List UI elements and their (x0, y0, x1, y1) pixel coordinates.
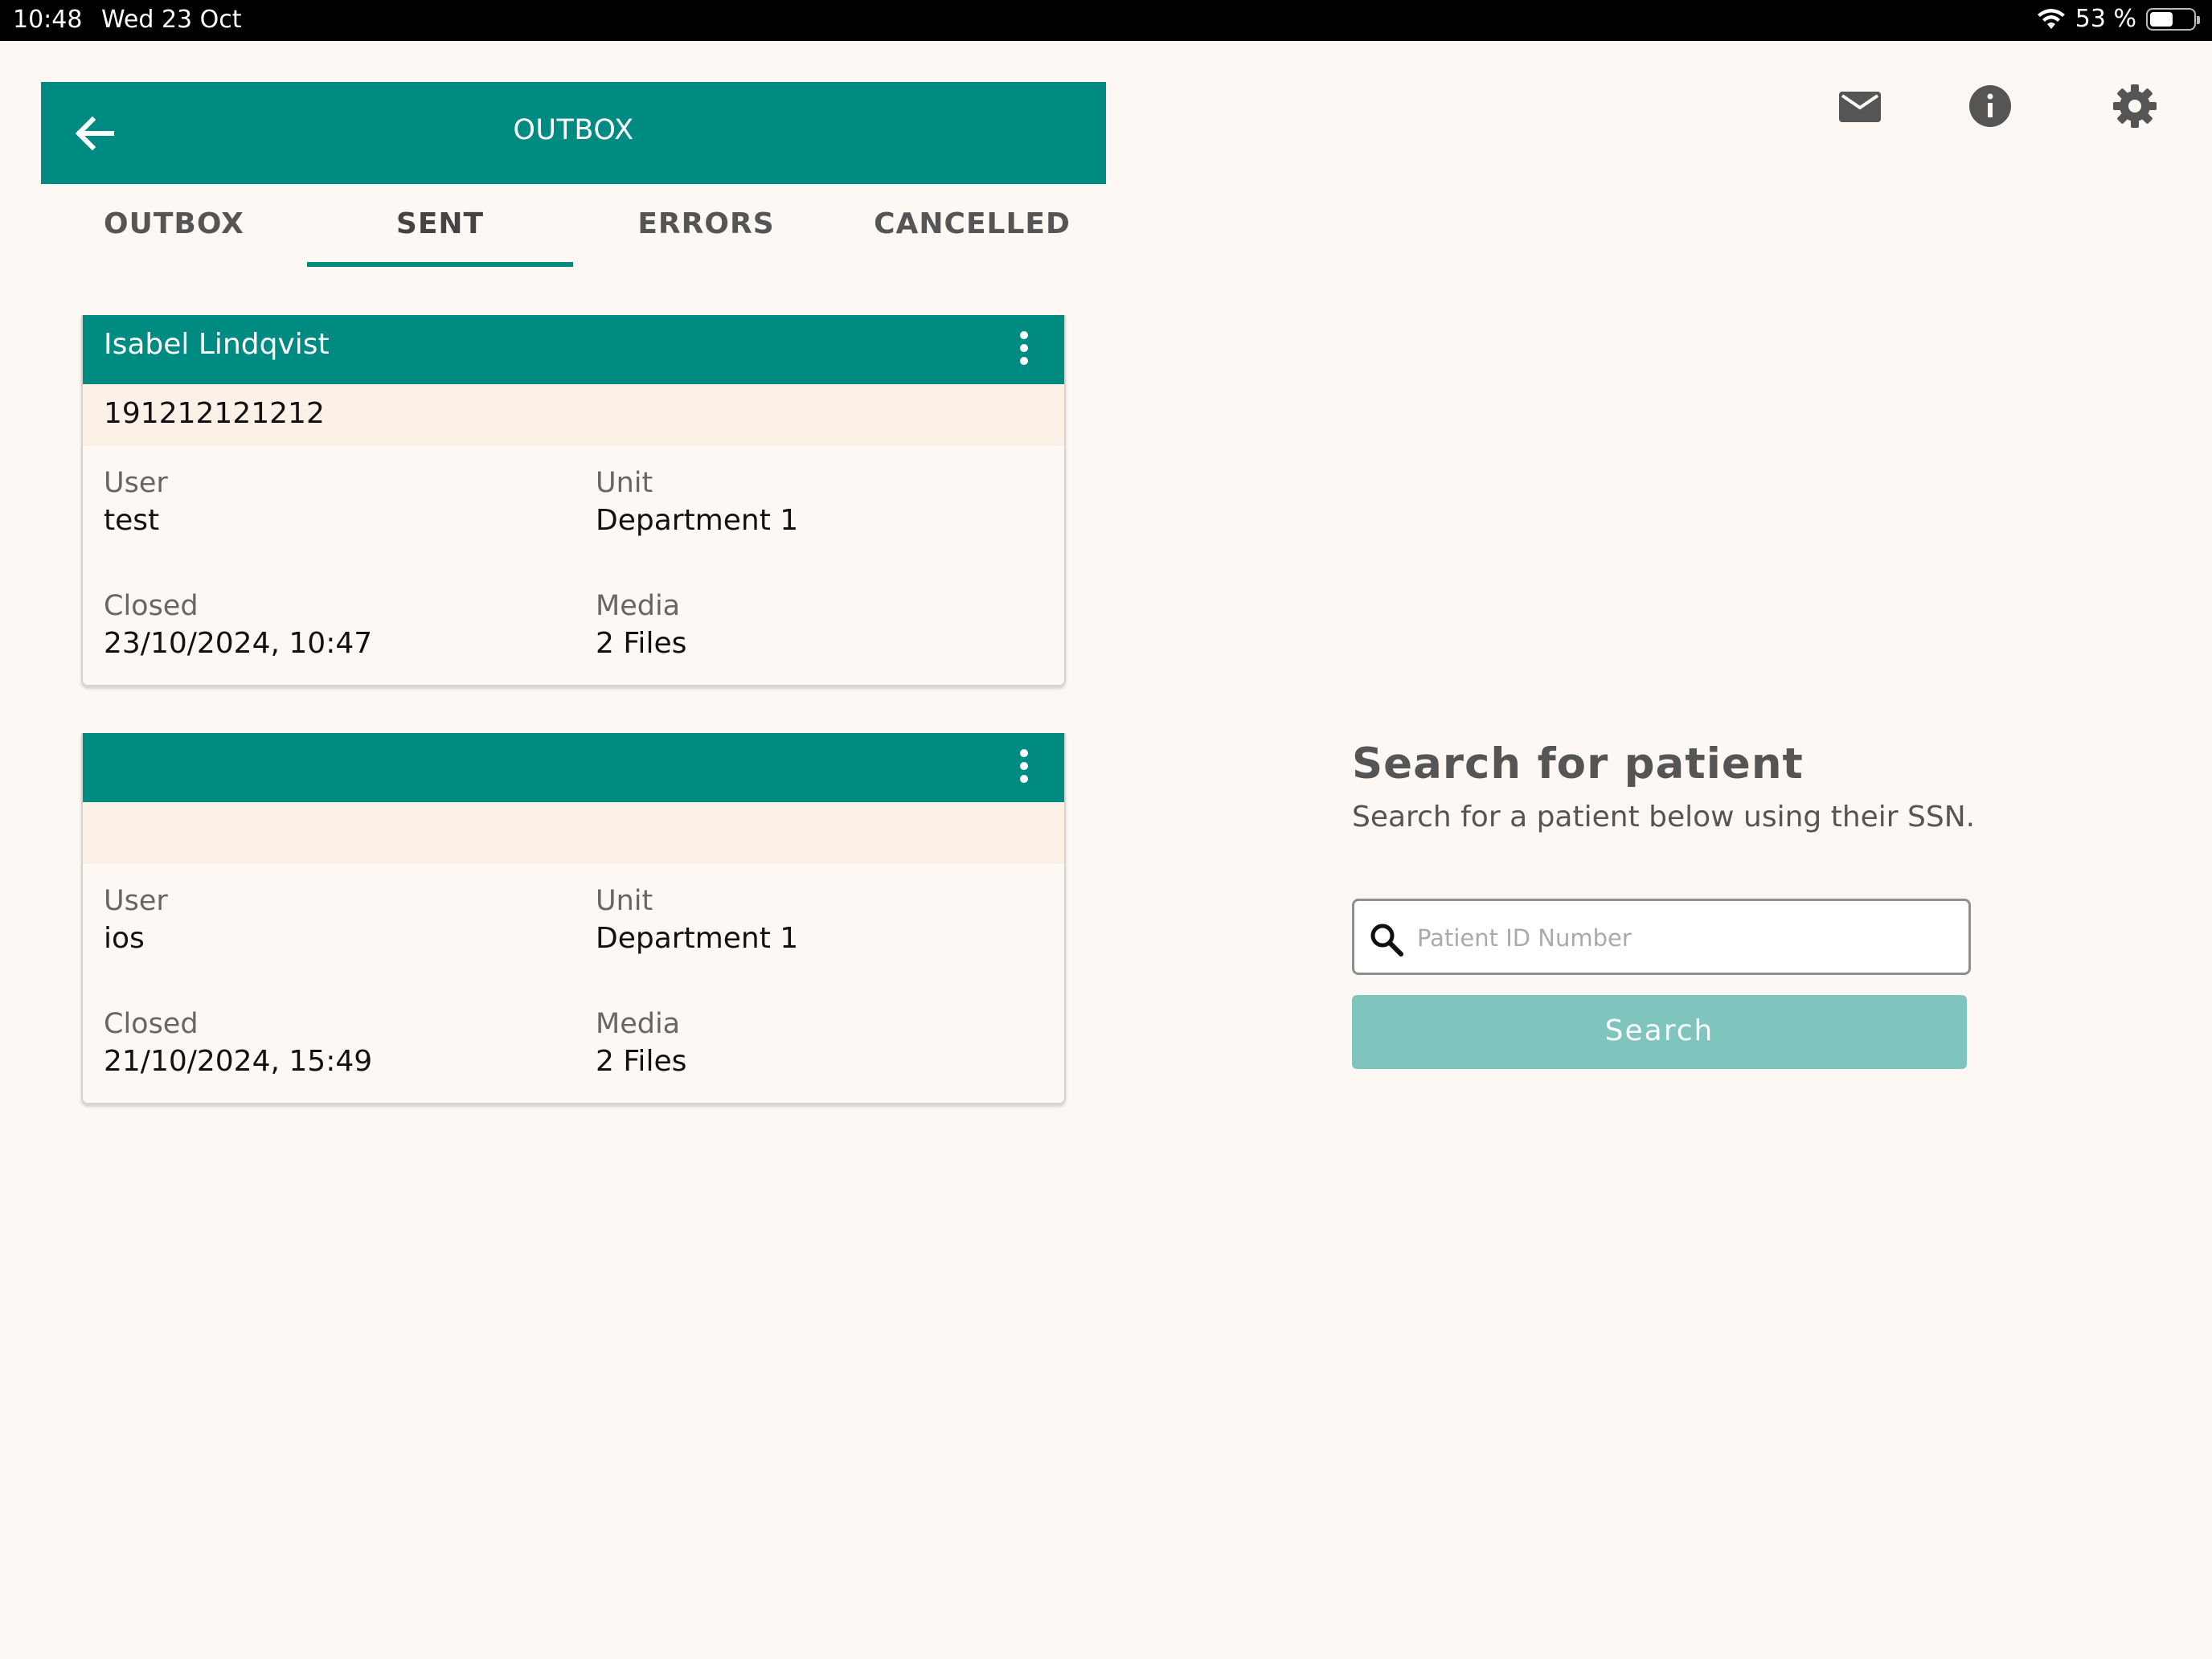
closed-label: Closed (104, 1008, 199, 1040)
mail-icon[interactable] (1836, 82, 1884, 130)
search-button[interactable]: Search (1352, 995, 1967, 1069)
unit-value: Department 1 (596, 504, 799, 537)
closed-field: Closed 23/10/2024, 10:47 (104, 590, 596, 685)
page-title: OUTBOX (513, 114, 634, 146)
battery-icon (2146, 7, 2200, 31)
user-label: User (104, 885, 168, 917)
unit-field: Unit Department 1 (596, 885, 1088, 1008)
user-label: User (104, 467, 168, 499)
card-details: User ios Unit Department 1 Closed 21/10/… (83, 864, 1064, 1103)
more-options-icon[interactable] (1016, 749, 1032, 789)
unit-value: Department 1 (596, 922, 799, 955)
search-subtitle: Search for a patient below using their S… (1352, 801, 1976, 834)
patient-search-field[interactable] (1352, 899, 1971, 975)
media-value: 2 Files (596, 627, 687, 660)
patient-ssn (83, 802, 1064, 864)
user-value: ios (104, 922, 145, 955)
search-title: Search for patient (1352, 739, 1804, 789)
patient-ssn: 191212121212 (83, 384, 1064, 446)
status-time: 10:48 (13, 6, 83, 34)
closed-value: 23/10/2024, 10:47 (104, 627, 373, 660)
status-date: Wed 23 Oct (101, 6, 242, 34)
wifi-icon (2037, 8, 2065, 29)
media-value: 2 Files (596, 1045, 687, 1078)
media-field: Media 2 Files (596, 1008, 1088, 1103)
info-icon[interactable] (1966, 82, 2014, 130)
patient-id-input[interactable] (1417, 917, 1948, 959)
user-value: test (104, 504, 160, 537)
unit-label: Unit (596, 467, 653, 499)
unit-label: Unit (596, 885, 653, 917)
closed-value: 21/10/2024, 15:49 (104, 1045, 373, 1078)
media-label: Media (596, 590, 681, 622)
tab-bar: OUTBOX SENT ERRORS CANCELLED (41, 185, 1106, 267)
user-field: User test (104, 467, 596, 590)
card-details: User test Unit Department 1 Closed 23/10… (83, 446, 1064, 685)
tab-outbox[interactable]: OUTBOX (41, 185, 307, 267)
sent-item-card[interactable]: Isabel Lindqvist 191212121212 User test … (81, 315, 1066, 686)
closed-label: Closed (104, 590, 199, 622)
tab-cancelled[interactable]: CANCELLED (839, 185, 1105, 267)
patient-name: Isabel Lindqvist (104, 328, 330, 361)
battery-percent: 53 % (2075, 5, 2136, 33)
status-bar: 10:48 Wed 23 Oct 53 % (0, 0, 2212, 41)
media-field: Media 2 Files (596, 590, 1088, 685)
unit-field: Unit Department 1 (596, 467, 1088, 590)
closed-field: Closed 21/10/2024, 15:49 (104, 1008, 596, 1103)
user-field: User ios (104, 885, 596, 1008)
media-label: Media (596, 1008, 681, 1040)
card-header (83, 733, 1064, 802)
tab-errors[interactable]: ERRORS (573, 185, 839, 267)
card-header: Isabel Lindqvist (83, 315, 1064, 384)
tab-sent[interactable]: SENT (307, 185, 573, 267)
settings-icon[interactable] (2111, 82, 2159, 130)
search-icon (1370, 924, 1403, 956)
status-right: 53 % (2037, 5, 2200, 33)
app-bar: OUTBOX (41, 82, 1106, 184)
more-options-icon[interactable] (1016, 331, 1032, 371)
sent-item-card[interactable]: User ios Unit Department 1 Closed 21/10/… (81, 733, 1066, 1104)
